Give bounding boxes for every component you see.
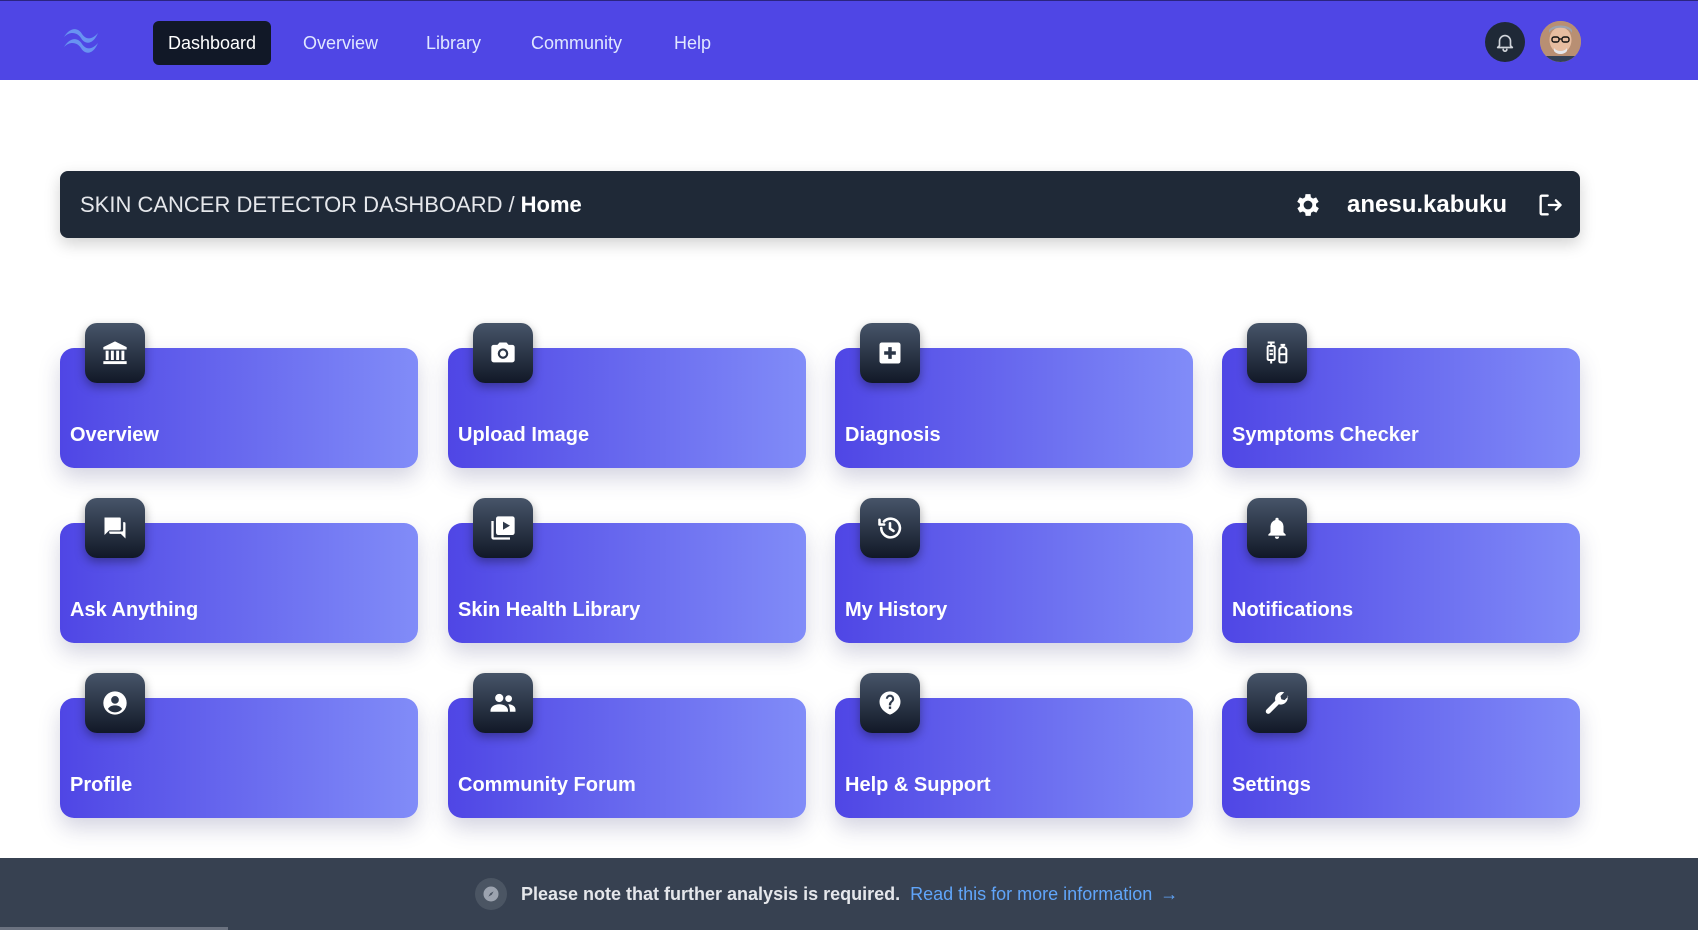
card-icon-container [85,673,145,733]
card-ask-anything[interactable]: Ask Anything [60,498,418,643]
banner-message: Please note that further analysis is req… [521,883,901,904]
card-label: Skin Health Library [458,599,641,621]
card-icon-container [85,323,145,383]
card-label: Notifications [1232,599,1354,621]
card-label: Profile [70,774,133,796]
username-label: anesu.kabuku [1347,191,1508,218]
video-library-icon [491,516,515,540]
card-icon-container [473,323,533,383]
page-header-bar: SKIN CANCER DETECTOR DASHBOARD / Home anes… [60,171,1580,238]
card-icon-container [860,323,920,383]
card-icon-container [1247,323,1307,383]
nav-library[interactable]: Library [411,21,496,65]
card-icon-container [1247,498,1307,558]
help-icon [879,691,901,715]
breadcrumb: SKIN CANCER DETECTOR DASHBOARD / Home [80,171,582,238]
arrow-right-icon: → [1160,883,1179,904]
notifications-button[interactable] [1485,22,1525,62]
nav-community[interactable]: Community [516,21,637,65]
card-icon-container [85,498,145,558]
card-diagnosis[interactable]: Diagnosis [835,323,1193,468]
card-label: Upload Image [458,424,590,446]
breadcrumb-separator: / [508,192,515,217]
nav-help[interactable]: Help [659,21,726,65]
banner-content: Please note that further analysis is req… [475,878,1178,910]
card-community-forum[interactable]: Community Forum [448,673,806,818]
nav-overview[interactable]: Overview [288,21,393,65]
compass-icon [483,886,499,902]
card-label: Ask Anything [70,599,199,621]
camera-icon [491,342,515,363]
card-icon-container [860,673,920,733]
card-symptoms-checker[interactable]: Symptoms Checker [1222,323,1580,468]
avatar[interactable] [1540,21,1581,62]
wrench-icon [1265,691,1289,714]
card-upload-image[interactable]: Upload Image [448,323,806,468]
logo-icon[interactable] [60,25,102,55]
nav-dashboard[interactable]: Dashboard [153,21,272,65]
logout-icon[interactable] [1536,191,1564,219]
card-label: Settings [1232,774,1311,796]
card-label: Help & Support [845,774,991,796]
card-profile[interactable]: Profile [60,673,418,818]
medical-plus-icon [879,342,901,364]
card-notifications[interactable]: Notifications [1222,498,1580,643]
info-banner: Please note that further analysis is req… [0,858,1698,930]
card-icon-container [1247,673,1307,733]
card-icon-container [473,498,533,558]
card-label: Symptoms Checker [1232,424,1419,446]
card-label: Overview [70,424,159,446]
banner-icon-container [475,878,507,910]
user-circle-icon [103,691,127,715]
card-label: Diagnosis [845,424,941,446]
card-label: Community Forum [458,774,636,796]
gear-icon[interactable] [1293,190,1323,220]
top-navbar: Dashboard Overview Library Community Hel… [0,0,1698,80]
history-icon [878,517,902,539]
card-icon-container [860,498,920,558]
people-icon [490,693,516,712]
card-skin-health-library[interactable]: Skin Health Library [448,498,806,643]
breadcrumb-current-page: Home [520,192,582,217]
card-my-history[interactable]: My History [835,498,1193,643]
bell-icon [1496,34,1514,52]
bank-icon [103,341,127,365]
card-overview[interactable]: Overview [60,323,418,468]
breadcrumb-app-name[interactable]: SKIN CANCER DETECTOR DASHBOARD [80,192,503,217]
user-avatar-icon [1540,21,1581,62]
card-label: My History [845,599,948,621]
card-help-support[interactable]: Help & Support [835,673,1193,818]
card-icon-container [473,673,533,733]
card-settings[interactable]: Settings [1222,673,1580,818]
vaccine-icon [1266,341,1288,364]
banner-more-info-link[interactable]: Read this for more information → [910,884,1178,905]
chat-icon [104,517,126,539]
bell-icon [1268,517,1286,539]
banner-link-text: Read this for more information [910,883,1153,904]
